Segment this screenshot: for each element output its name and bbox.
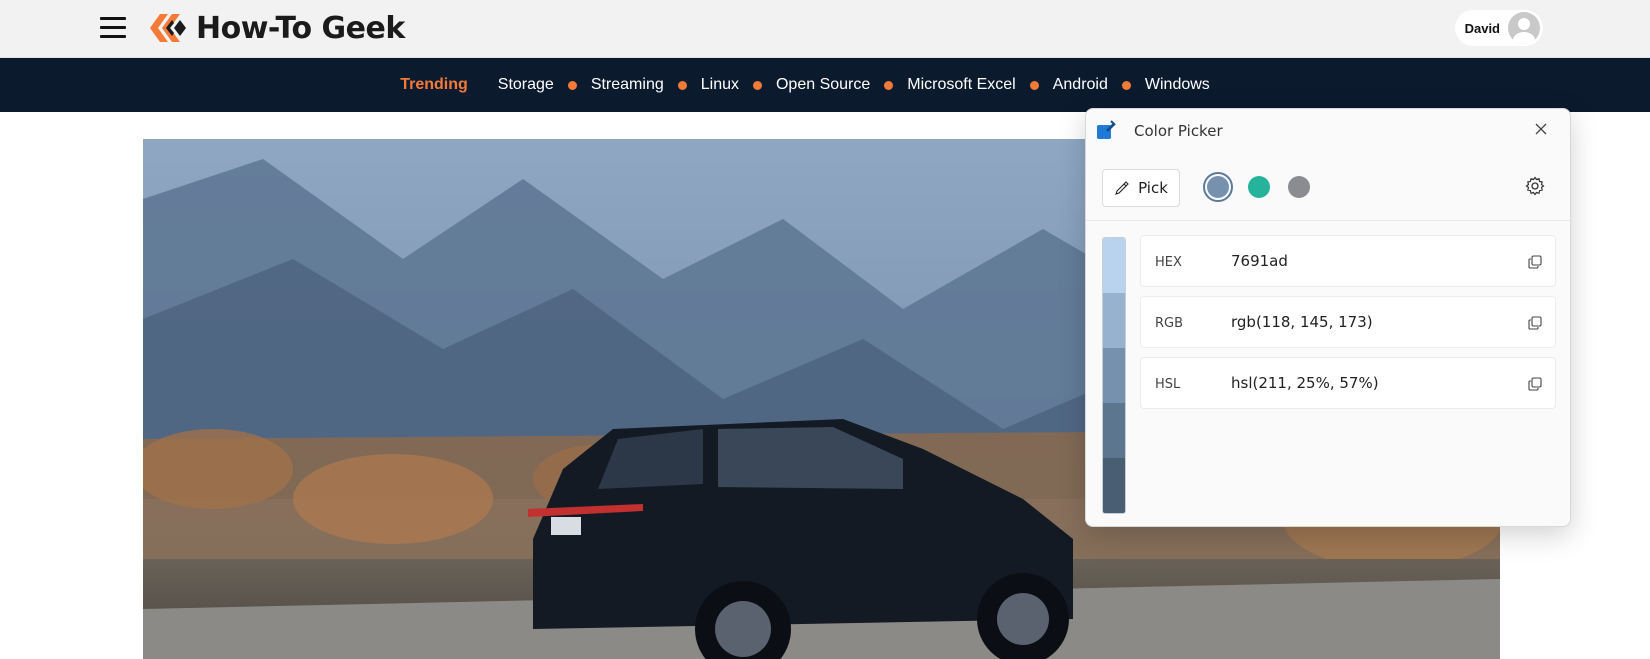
nav-separator-dot	[567, 80, 577, 90]
color-shade[interactable]	[1103, 458, 1125, 513]
copy-rgb-button[interactable]	[1525, 313, 1545, 333]
nav-link[interactable]: Open Source	[776, 76, 870, 94]
color-shade[interactable]	[1103, 238, 1125, 293]
hsl-value-row: HSL hsl(211, 25%, 57%)	[1140, 357, 1556, 409]
hex-label: HEX	[1155, 255, 1182, 270]
nav-link[interactable]: Storage	[498, 76, 554, 94]
color-history-swatch[interactable]	[1288, 176, 1310, 198]
color-history-swatch[interactable]	[1203, 172, 1233, 202]
user-account-button[interactable]: David	[1455, 10, 1543, 46]
color-shade[interactable]	[1103, 348, 1125, 403]
copy-hsl-button[interactable]	[1525, 374, 1545, 394]
color-picker-app-icon	[1097, 120, 1116, 139]
nav-separator-dot	[884, 80, 894, 90]
nav-trending-label[interactable]: Trending	[400, 76, 468, 94]
rgb-value-row: RGB rgb(118, 145, 173)	[1140, 296, 1556, 348]
menu-icon[interactable]	[100, 17, 126, 39]
eyedropper-icon	[1115, 181, 1129, 195]
copy-icon	[1528, 316, 1542, 330]
trending-nav: Trending Storage Streaming Linux Open Sourc…	[0, 58, 1650, 112]
site-header: How-To Geek David	[0, 0, 1650, 58]
logo-text: How-To Geek	[196, 10, 405, 46]
copy-icon	[1528, 377, 1542, 391]
nav-link[interactable]: Windows	[1145, 76, 1210, 94]
rgb-label: RGB	[1155, 316, 1184, 331]
pick-button[interactable]: Pick	[1102, 169, 1180, 207]
nav-separator-dot	[1029, 80, 1039, 90]
rgb-value[interactable]: rgb(118, 145, 173)	[1231, 313, 1373, 331]
nav-separator-dot	[752, 80, 762, 90]
color-shades-bar	[1102, 237, 1126, 514]
hex-value-row: HEX 7691ad	[1140, 235, 1556, 287]
pick-button-label: Pick	[1138, 179, 1168, 197]
color-shade[interactable]	[1103, 293, 1125, 348]
hsl-label: HSL	[1155, 377, 1181, 392]
avatar-icon	[1508, 12, 1540, 44]
color-picker-title: Color Picker	[1134, 122, 1223, 140]
copy-icon	[1528, 255, 1542, 269]
color-picker-toolbar: Pick	[1086, 161, 1570, 221]
nav-items: Trending Storage Streaming Linux Open Sourc…	[0, 58, 1650, 112]
nav-link[interactable]: Android	[1053, 76, 1108, 94]
color-picker-titlebar[interactable]: Color Picker	[1086, 109, 1570, 149]
user-name: David	[1464, 20, 1500, 36]
color-picker-window: Color Picker Pick HEX 7691ad RGB rgb(118…	[1085, 108, 1571, 527]
close-button[interactable]	[1526, 115, 1556, 143]
hsl-value[interactable]: hsl(211, 25%, 57%)	[1231, 374, 1379, 392]
copy-hex-button[interactable]	[1525, 252, 1545, 272]
gear-icon	[1525, 176, 1545, 196]
how-to-geek-logo-icon	[150, 14, 186, 42]
color-history-swatch[interactable]	[1248, 176, 1270, 198]
nav-separator-dot	[1121, 80, 1131, 90]
nav-link[interactable]: Microsoft Excel	[907, 76, 1015, 94]
site-logo[interactable]: How-To Geek	[146, 8, 405, 48]
close-icon	[1535, 123, 1547, 135]
settings-button[interactable]	[1520, 171, 1550, 201]
hex-value[interactable]: 7691ad	[1231, 252, 1288, 270]
nav-separator-dot	[677, 80, 687, 90]
nav-link[interactable]: Streaming	[591, 76, 664, 94]
color-shade[interactable]	[1103, 403, 1125, 458]
nav-link[interactable]: Linux	[701, 76, 739, 94]
